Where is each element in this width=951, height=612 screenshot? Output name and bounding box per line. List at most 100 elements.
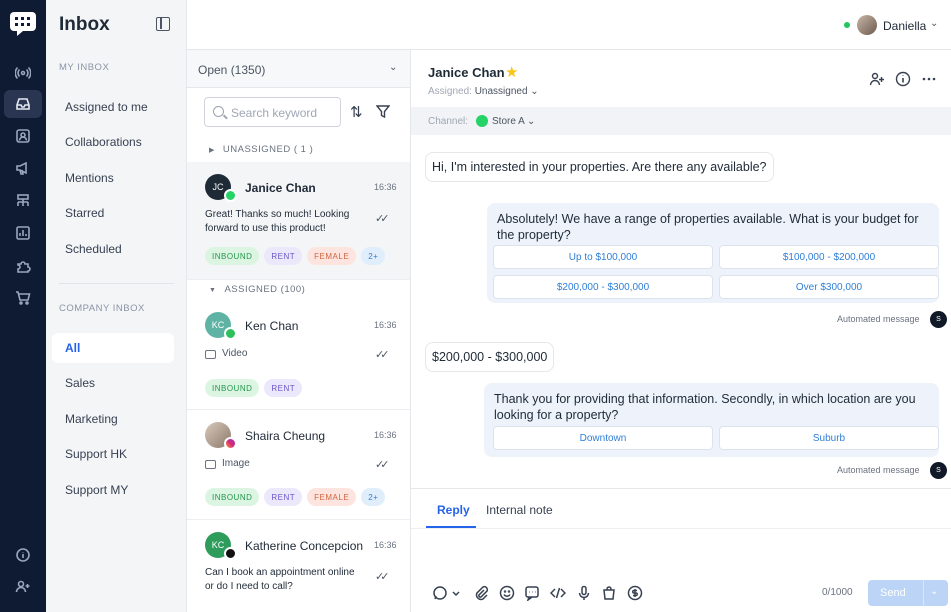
tag-more[interactable]: 2+ [361, 247, 386, 265]
info-icon[interactable] [11, 543, 35, 567]
megaphone-icon[interactable] [11, 156, 35, 180]
conversation-list: Open (1350) ⌄ ⇅ ▶ UNASSIGNED ( 1 ) JC Jan… [187, 50, 411, 612]
sidebar-item-scheduled[interactable]: Scheduled [52, 234, 174, 264]
bot-avatar: S [930, 462, 947, 479]
user-avatar[interactable] [857, 15, 877, 35]
quick-reply-button[interactable]: Up to $100,000 [493, 245, 713, 269]
sort-icon[interactable]: ⇅ [350, 103, 363, 121]
tag-list: INBOUND RENT FEMALE 2+ [205, 247, 386, 265]
code-icon[interactable] [549, 585, 567, 601]
send-button-label: Send [880, 587, 906, 599]
tag-rent: RENT [264, 379, 303, 397]
tab-internal-note[interactable]: Internal note [486, 503, 553, 517]
sidebar-item-sales[interactable]: Sales [52, 368, 174, 398]
read-ticks-icon: ✓✓ [375, 571, 390, 583]
conversation-item[interactable]: KC Katherine Concepcion 16:36 Can I book… [187, 520, 410, 612]
user-name[interactable]: Daniella [883, 19, 926, 33]
sidebar-item-marketing[interactable]: Marketing [52, 404, 174, 434]
quick-reply-button[interactable]: Downtown [493, 426, 713, 450]
instagram-icon [224, 437, 237, 450]
tab-reply[interactable]: Reply [437, 503, 470, 517]
group-assigned-header[interactable]: ▼ ASSIGNED (100) [209, 284, 305, 295]
sidebar-item-all[interactable]: All [52, 333, 174, 363]
star-icon[interactable]: ★ [505, 63, 518, 81]
automated-message-label: Automated message [837, 314, 920, 324]
chevron-down-icon: ⌄ [527, 116, 536, 127]
nav-rail [0, 0, 46, 612]
shop-icon[interactable] [11, 286, 35, 310]
tag-female: FEMALE [307, 247, 357, 265]
search-box[interactable] [204, 97, 341, 127]
tag-inbound: INBOUND [205, 379, 260, 397]
quick-reply-icon[interactable] [524, 585, 540, 603]
broadcast-icon[interactable] [11, 61, 35, 85]
payment-icon[interactable] [627, 585, 643, 601]
sidebar-item-collaborations[interactable]: Collaborations [52, 127, 174, 157]
quick-reply-button[interactable]: Suburb [719, 426, 939, 450]
sidebar-item-support-hk[interactable]: Support HK [52, 439, 174, 469]
search-icon [213, 106, 224, 117]
analytics-icon[interactable] [11, 221, 35, 245]
outgoing-message-text: Thank you for providing that information… [494, 392, 916, 422]
integrations-icon[interactable] [11, 254, 35, 278]
expand-triangle-icon: ▶ [209, 147, 215, 154]
sidebar-item-support-my[interactable]: Support MY [52, 475, 174, 505]
sidebar-item-starred[interactable]: Starred [52, 198, 174, 228]
whatsapp-template-icon[interactable] [432, 585, 448, 601]
chevron-down-icon: ⌄ [530, 86, 539, 97]
tag-rent: RENT [264, 488, 303, 506]
inbox-icon[interactable] [4, 90, 42, 118]
assignee-dropdown[interactable]: Assigned: Unassigned ⌄ [428, 86, 539, 97]
conversation-item[interactable]: Shaira Cheung 16:36 Image ✓✓ INBOUND REN… [187, 410, 410, 520]
message-preview-text: Image [222, 458, 250, 469]
sidebar-divider [59, 283, 174, 284]
tag-list: INBOUND RENT FEMALE 2+ [205, 488, 386, 506]
channel-value: Store A [492, 116, 525, 127]
sidebar-item-mentions[interactable]: Mentions [52, 163, 174, 193]
bot-avatar: S [930, 311, 947, 328]
message-preview: Can I book an appointment online or do I… [205, 567, 355, 592]
assign-user-icon[interactable] [869, 71, 885, 87]
shopping-bag-icon[interactable] [601, 585, 617, 601]
contact-name: Ken Chan [245, 319, 299, 333]
contact-name: Katherine Concepcion [245, 539, 364, 553]
whatsapp-icon [224, 189, 237, 202]
emoji-icon[interactable] [499, 585, 515, 601]
video-icon [205, 349, 216, 359]
send-options-chevron-icon[interactable]: ⌄ [930, 586, 938, 597]
quick-reply-button[interactable]: $200,000 - $300,000 [493, 275, 713, 299]
conversation-item[interactable]: JC Janice Chan 16:36 Great! Thanks so mu… [187, 162, 410, 280]
add-user-icon[interactable] [11, 575, 35, 599]
composer-divider [411, 528, 951, 529]
group-unassigned-header[interactable]: ▶ UNASSIGNED ( 1 ) [209, 144, 313, 155]
outgoing-message-text: Absolutely! We have a range of propertie… [497, 212, 919, 242]
tag-list: INBOUND RENT [205, 379, 303, 397]
channel-bar: Channel: Store A ⌄ [411, 107, 951, 135]
chevron-down-icon: ⌄ [389, 62, 398, 73]
message-time: 16:36 [374, 182, 397, 192]
channel-dropdown[interactable]: Store A ⌄ [492, 116, 535, 127]
incoming-message: Hi, I'm interested in your properties. A… [425, 152, 774, 182]
chevron-down-icon[interactable] [451, 585, 461, 601]
user-menu-chevron-icon[interactable]: ⌄ [930, 18, 938, 29]
my-inbox-heading: MY INBOX [59, 62, 110, 73]
tag-more[interactable]: 2+ [361, 488, 386, 506]
expand-triangle-icon: ▼ [209, 287, 217, 294]
contacts-icon[interactable] [11, 124, 35, 148]
filter-icon[interactable] [376, 105, 390, 118]
logo-icon[interactable] [9, 11, 37, 37]
microphone-icon[interactable] [576, 585, 592, 601]
quick-reply-button[interactable]: Over $300,000 [719, 275, 939, 299]
status-filter-dropdown[interactable]: Open (1350) ⌄ [187, 50, 410, 88]
sidebar-item-assigned[interactable]: Assigned to me [52, 92, 174, 122]
more-options-icon[interactable] [921, 71, 937, 87]
collapse-sidebar-icon[interactable] [156, 17, 170, 31]
conversation-item[interactable]: KC Ken Chan 16:36 Video ✓✓ INBOUND RENT [187, 300, 410, 410]
quick-reply-button[interactable]: $100,000 - $200,000 [719, 245, 939, 269]
send-button[interactable]: Send ⌄ [868, 580, 948, 606]
attachment-icon[interactable] [473, 585, 489, 601]
read-ticks-icon: ✓✓ [375, 459, 390, 471]
search-input[interactable] [231, 104, 336, 122]
info-icon[interactable] [895, 71, 911, 87]
org-chart-icon[interactable] [11, 189, 35, 213]
